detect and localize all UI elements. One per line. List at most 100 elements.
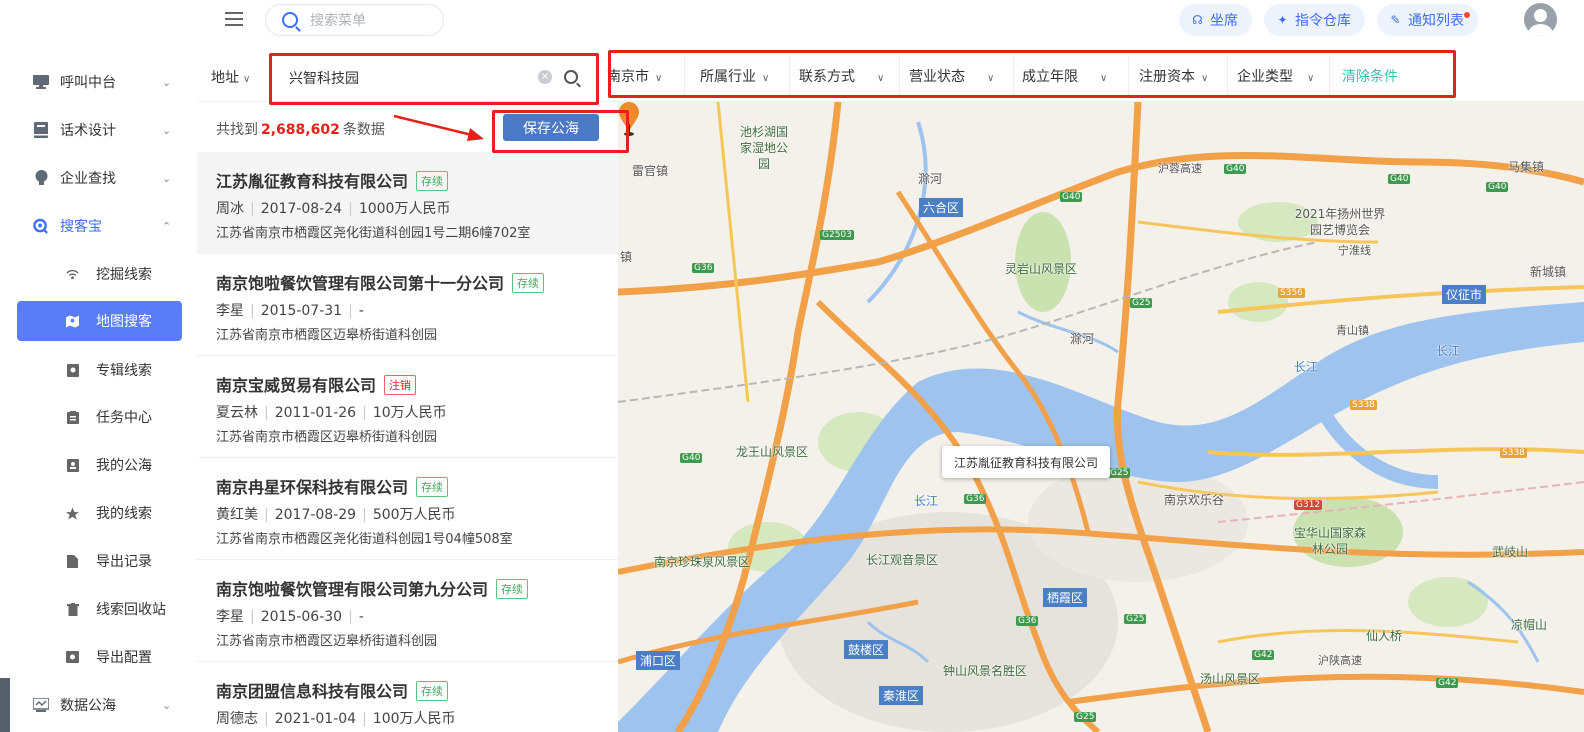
divider (1227, 56, 1228, 96)
founded-date: 2015-07-31 (260, 303, 343, 319)
filter-registered-capital[interactable]: 注册资本 ∨ (1139, 66, 1208, 86)
registered-capital: - (358, 303, 364, 319)
list-item[interactable]: 江苏胤征教育科技有限公司 存续 周冰 | 2017-08-24 | 1000万人民币 江苏… (197, 152, 618, 254)
filter-city[interactable]: 南京市 ∨ (607, 66, 662, 86)
road-badge: G42 (1436, 678, 1459, 688)
sidebar-item-data-pool[interactable]: 数据公海 ⌄ (0, 685, 197, 725)
founded-date: 2017-08-24 (260, 201, 343, 217)
notification-list-button[interactable]: ✎ 通知列表 (1377, 4, 1478, 36)
road-badge: G25 (1124, 614, 1147, 624)
legal-person: 周德志 (216, 711, 258, 727)
map-label: 滁河 (1070, 332, 1095, 346)
book-icon (33, 122, 49, 138)
map-label: 长江观音景区 (866, 553, 939, 567)
company-name: 南京饱啦餐饮管理有限公司第十一分公司 (216, 274, 505, 293)
keyword-input[interactable]: 兴智科技园 × (276, 60, 594, 96)
result-count: 共找到 2,688,602 条数据 (216, 119, 385, 139)
command-warehouse-button[interactable]: ✦ 指令仓库 (1264, 4, 1365, 36)
filter-options: 南京市 ∨ 所属行业 ∨ 联系方式 ∨ 营业状态 ∨ 成立年限 ∨ 注册资本 ∨ 企业类型 ∨… (607, 52, 1457, 102)
sidebar-item-label: 挖掘线索 (96, 267, 152, 283)
filter-founded-years[interactable]: 成立年限 ∨ (1022, 66, 1107, 86)
legal-person: 李星 (216, 303, 244, 319)
road-badge: G40 (1486, 182, 1509, 192)
sidebar-item-label: 话术设计 (60, 123, 116, 139)
road-badge: G42 (1252, 650, 1275, 660)
registered-capital: 1000万人民币 (358, 201, 451, 217)
company-address: 江苏省南京市栖霞区尧化街道科创园1号04幢508室 (216, 532, 513, 547)
list-item[interactable]: 南京饱啦餐饮管理有限公司第十一分公司 存续 李星 | 2015-07-31 | - 江苏省… (197, 254, 618, 356)
sidebar-item-my-pool[interactable]: 我的公海 (0, 445, 197, 485)
command-warehouse-label: 指令仓库 (1295, 13, 1351, 29)
map-label: 镇 (620, 250, 633, 264)
trash-icon (66, 602, 79, 616)
filter-contact[interactable]: 联系方式 ∨ (799, 66, 884, 86)
sidebar-item-task-center[interactable]: 任务中心 (0, 397, 197, 437)
road-badge: S338 (1350, 400, 1377, 410)
filter-business-status[interactable]: 营业状态 ∨ (909, 66, 994, 86)
seat-button[interactable]: ☊ 坐席 (1179, 4, 1252, 36)
settings-icon (66, 651, 79, 664)
sidebar-item-script-design[interactable]: 话术设计 ⌄ (0, 110, 197, 150)
map-label: 2021年扬州世界园艺博览会 (1294, 207, 1386, 237)
menu-search-input[interactable]: 搜索菜单 (265, 4, 444, 36)
divider (789, 56, 790, 96)
map-popup[interactable]: 江苏胤征教育科技有限公司 (942, 446, 1111, 478)
save-pool-button[interactable]: 保存公海 (503, 114, 599, 141)
company-address: 江苏省南京市栖霞区尧化街道科创园1号二期6幢702室 (216, 226, 531, 241)
filter-industry[interactable]: 所属行业 ∨ (700, 66, 769, 86)
clear-conditions-link[interactable]: 清除条件 (1342, 66, 1398, 86)
sidebar-item-call-center[interactable]: 呼叫中台 ⌄ (0, 62, 197, 102)
map-label: 灵岩山风景区 (1005, 262, 1078, 276)
map-label: 沪蓉高速 (1158, 162, 1202, 175)
sidebar-item-label: 导出记录 (96, 554, 152, 570)
signal-icon (66, 268, 79, 281)
sidebar-item-album-leads[interactable]: 专辑线索 (0, 350, 197, 390)
road-badge: G36 (692, 263, 715, 273)
list-item[interactable]: 南京冉星环保科技有限公司 存续 黄红美 | 2017-08-29 | 500万人民币 江苏… (197, 458, 618, 560)
sidebar-item-my-leads[interactable]: 我的线索 (0, 493, 197, 533)
sidebar-item-recycle-bin[interactable]: 线索回收站 (0, 589, 197, 629)
road-badge: G40 (1224, 164, 1247, 174)
filter-row: 地址 ∨ 兴智科技园 × 南京市 ∨ 所属行业 ∨ 联系方式 ∨ 营业状态 ∨ 成立年限 ∨… (197, 52, 1584, 102)
search-icon[interactable] (564, 70, 578, 84)
company-name: 南京宝威贸易有限公司 (216, 376, 377, 395)
map-view[interactable]: 池杉湖国家湿地公园 雷官镇 六合区 灵岩山风景区 2021年扬州世界园艺博览会 … (618, 102, 1584, 732)
count-value: 2,688,602 (261, 122, 340, 138)
address-dropdown[interactable]: 地址 ∨ (211, 67, 250, 87)
founded-date: 2021-01-04 (274, 711, 357, 727)
map-pin-icon[interactable] (618, 102, 640, 138)
map-label: 滁河 (918, 172, 943, 186)
sidebar-item-enterprise-search[interactable]: 企业查找 ⌄ (0, 158, 197, 198)
legal-person: 夏云林 (216, 405, 258, 421)
sidebar-item-map-search[interactable]: 地图搜客 (17, 301, 182, 341)
avatar[interactable] (1524, 3, 1557, 36)
list-item[interactable]: 南京宝威贸易有限公司 注销 夏云林 | 2011-01-26 | 10万人民币 江苏省南京… (197, 356, 618, 458)
menu-toggle-icon[interactable] (225, 12, 243, 28)
sidebar-item-export-config[interactable]: 导出配置 (0, 637, 197, 677)
divider (1329, 56, 1330, 96)
chevron-down-icon: ⌄ (162, 123, 172, 137)
founded-date: 2015-06-30 (260, 609, 343, 625)
divider (1013, 56, 1014, 96)
clipboard-icon (66, 410, 79, 424)
road-badge: G25 (1108, 468, 1131, 478)
count-suffix: 条数据 (342, 122, 385, 138)
sidebar-item-label: 搜客宝 (60, 219, 102, 235)
list-item[interactable]: 南京团盟信息科技有限公司 存续 周德志 | 2021-01-04 | 100万人民币 (197, 662, 618, 732)
app-root: 呼叫中台 ⌄ 话术设计 ⌄ 企业查找 ⌄ 搜客宝 ⌃ 挖掘线索 地图搜客 专辑线… (0, 0, 1584, 732)
sidebar-item-label: 企业查找 (60, 171, 116, 187)
list-item[interactable]: 南京饱啦餐饮管理有限公司第九分公司 存续 李星 | 2015-06-30 | - 江苏省南… (197, 560, 618, 662)
clear-icon[interactable]: × (538, 70, 552, 84)
road-badge: G25 (1130, 298, 1153, 308)
map-label: 沪陕高速 (1318, 654, 1362, 667)
sidebar-item-export-records[interactable]: 导出记录 (0, 541, 197, 581)
pin-icon: ✦ (1277, 12, 1288, 27)
sidebar-item-soukebao[interactable]: 搜客宝 ⌃ (0, 206, 197, 246)
filter-enterprise-type[interactable]: 企业类型 ∨ (1237, 66, 1314, 86)
sidebar-item-mining-leads[interactable]: 挖掘线索 (0, 254, 197, 294)
registered-capital: 10万人民币 (372, 405, 447, 421)
map-district-label: 鼓楼区 (844, 640, 889, 659)
map-label: 凉帽山 (1511, 618, 1548, 632)
filter-label: 营业状态 (909, 69, 965, 85)
map-label: 长江 (1436, 344, 1461, 358)
